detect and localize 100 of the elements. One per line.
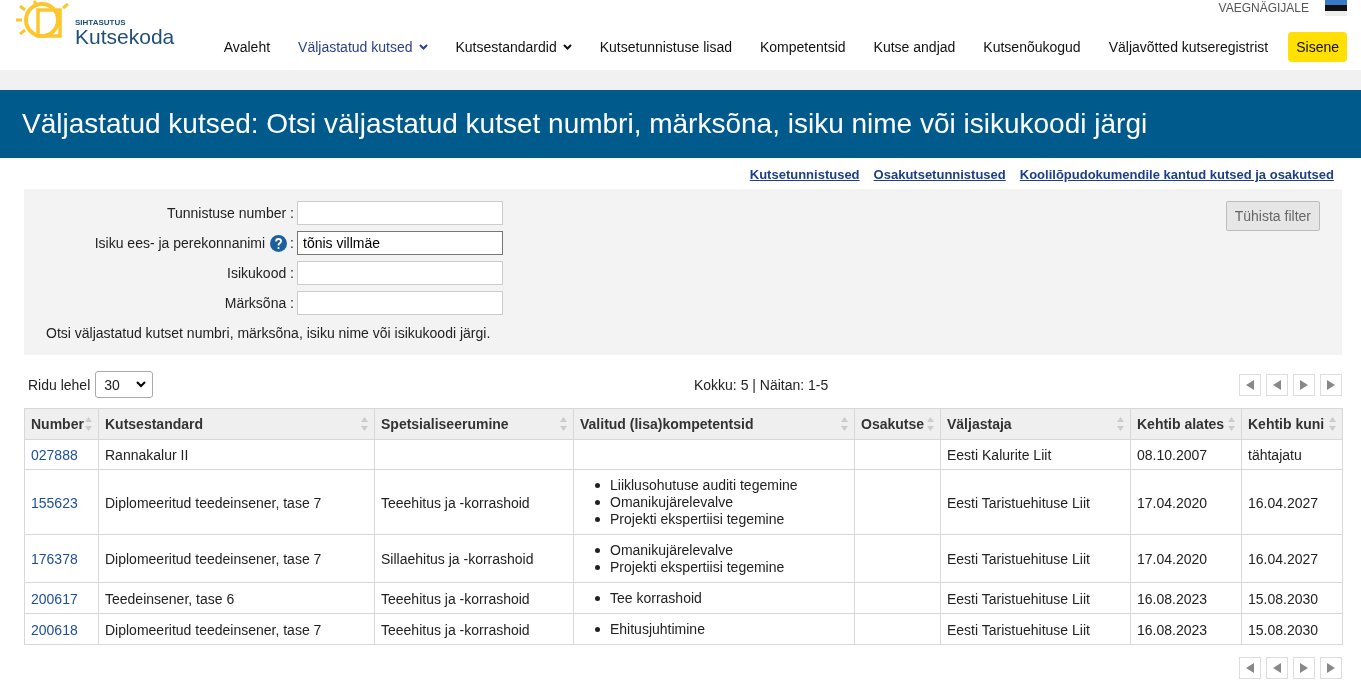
column-header[interactable]: Valitud (lisa)kompetentsid xyxy=(573,408,855,440)
triangle-right-icon xyxy=(1300,663,1308,673)
field-label: Isiku ees- ja perekonnanimi xyxy=(94,235,266,251)
nav-link[interactable]: Kutse andjad xyxy=(859,39,970,55)
nav-link[interactable]: Kutsenõukogud xyxy=(969,39,1095,55)
table-cell: Diplomeeritud teedeinsener, tase 7 xyxy=(105,494,322,511)
nav-link[interactable]: Avaleht xyxy=(209,39,285,55)
search-hint: Otsi väljastatud kutset numbri, märksõna, isiku nime või isikukoodi järgi. xyxy=(46,325,492,341)
sort-icon xyxy=(841,417,848,431)
nav-link[interactable]: Kompetentsid xyxy=(746,39,860,55)
triangle-left-icon xyxy=(1273,379,1281,390)
rows-per-page-select[interactable]: 30 xyxy=(95,371,154,398)
column-header[interactable]: Väljastaja xyxy=(940,408,1131,440)
first-page-button[interactable] xyxy=(1239,657,1261,679)
bullet-icon xyxy=(595,596,600,601)
bullet-icon xyxy=(595,500,600,505)
input-field[interactable] xyxy=(297,201,503,225)
column-header[interactable]: Kutsestandard xyxy=(98,408,375,440)
caret-icon xyxy=(562,44,572,50)
caret-icon xyxy=(136,381,147,388)
field-label: : xyxy=(290,235,294,251)
help-icon[interactable] xyxy=(270,234,288,252)
tab-link[interactable]: Osakutsetunnistused xyxy=(873,167,1006,182)
clear-filter-button[interactable]: Tühista filter xyxy=(1225,201,1320,231)
column-header[interactable]: Osakutse xyxy=(854,408,941,440)
column-header[interactable]: Kehtib kuni xyxy=(1241,408,1343,440)
table-cell: Tee korrashoid xyxy=(610,590,702,607)
flag-icon[interactable] xyxy=(1325,0,1347,16)
table-cell: Omanikujärelevalve xyxy=(610,542,733,559)
sort-icon xyxy=(927,417,934,431)
first-page-button[interactable] xyxy=(1239,373,1261,396)
triangle-left-icon xyxy=(1246,663,1254,673)
table-cell: Teedeinsener, tase 6 xyxy=(105,590,235,607)
table-cell: 08.10.2007 xyxy=(1137,447,1208,463)
nav-link[interactable]: Kutsestandardid xyxy=(441,39,586,55)
triangle-right-icon xyxy=(1327,663,1335,673)
table-cell: 16.08.2023 xyxy=(1137,621,1208,638)
field-label: Tunnistuse number : xyxy=(166,205,294,221)
table-cell: 15.08.2030 xyxy=(1248,590,1319,607)
sort-icon xyxy=(1329,417,1336,431)
table-cell: Rannakalur II xyxy=(105,447,189,463)
table-cell: Eesti Taristuehituse Liit xyxy=(947,494,1090,511)
field-label: Märksõna : xyxy=(224,295,294,311)
field-label: Isikukood : xyxy=(227,265,294,281)
logo-tagline: SIHTASUTUS xyxy=(75,19,127,26)
table-cell: Teeehitus ja -korrashoid xyxy=(381,621,530,638)
table-cell: tähtajatu xyxy=(1248,447,1302,463)
bullet-icon xyxy=(595,548,600,553)
nav-link[interactable]: Kutsetunnistuse lisad xyxy=(585,39,746,55)
sort-icon xyxy=(560,417,567,431)
nav-link[interactable]: Väljavõtted kutseregistrist xyxy=(1094,39,1283,55)
sort-icon xyxy=(1228,417,1235,431)
input-field[interactable] xyxy=(297,291,503,315)
logo-name[interactable]: Kutsekoda xyxy=(75,26,175,48)
column-header[interactable]: Spetsialiseerumine xyxy=(374,408,574,440)
table-cell: Omanikujärelevalve xyxy=(610,494,733,511)
caret-icon xyxy=(418,44,428,50)
table-cell: Teeehitus ja -korrashoid xyxy=(381,494,530,511)
sort-icon xyxy=(85,417,92,431)
table-cell: Eesti Taristuehituse Liit xyxy=(947,551,1090,567)
table-cell: 16.04.2027 xyxy=(1248,494,1319,511)
bullet-icon xyxy=(595,517,600,522)
table-cell: 17.04.2020 xyxy=(1137,494,1208,511)
input-field[interactable]: tõnis villmäe xyxy=(297,231,503,255)
login-button[interactable]: Sisene xyxy=(1288,32,1347,62)
input-field[interactable] xyxy=(297,261,503,285)
bullet-icon xyxy=(595,627,600,632)
table-cell: Liiklusohutuse auditi tegemine xyxy=(610,477,798,494)
accessibility-link[interactable]: VAEGNÄGIJALE xyxy=(1218,1,1309,15)
certificate-link[interactable]: 155623 xyxy=(31,494,78,511)
bullet-icon xyxy=(595,565,600,570)
table-cell: Diplomeeritud teedeinsener, tase 7 xyxy=(105,551,322,567)
sort-icon xyxy=(361,417,368,431)
table-cell: Projekti ekspertiisi tegemine xyxy=(610,559,785,576)
table-cell: 15.08.2030 xyxy=(1248,621,1319,638)
triangle-right-icon xyxy=(1300,379,1308,390)
table-cell: Eesti Taristuehituse Liit xyxy=(947,621,1090,638)
last-page-button[interactable] xyxy=(1320,373,1342,396)
column-header[interactable]: Kehtib alates xyxy=(1130,408,1242,440)
table-cell: Projekti ekspertiisi tegemine xyxy=(610,511,785,528)
rows-per-page-label: Ridu lehel xyxy=(28,376,91,393)
last-page-button[interactable] xyxy=(1320,657,1342,679)
previous-page-button[interactable] xyxy=(1266,373,1288,396)
sort-icon xyxy=(1117,417,1124,431)
table-cell: Teeehitus ja -korrashoid xyxy=(381,590,530,607)
next-page-button[interactable] xyxy=(1293,657,1315,679)
column-header[interactable]: Number xyxy=(24,408,99,440)
next-page-button[interactable] xyxy=(1293,373,1315,396)
page-title: Väljastatud kutsed: Otsi väljastatud kutset numbri, märksõna, isiku nime või isikukoodi järgi xyxy=(22,108,1148,140)
table-cell: 16.04.2027 xyxy=(1248,551,1319,567)
tab-link[interactable]: Kutsetunnistused xyxy=(749,167,860,182)
table-cell: Diplomeeritud teedeinsener, tase 7 xyxy=(105,621,322,638)
triangle-left-icon xyxy=(1273,663,1281,673)
table-cell: Ehitusjuhtimine xyxy=(610,621,705,638)
table-cell: 17.04.2020 xyxy=(1137,551,1208,567)
previous-page-button[interactable] xyxy=(1266,657,1288,679)
table-cell: Eesti Taristuehituse Liit xyxy=(947,590,1090,607)
tab-link[interactable]: Koolilõpudokumendile kantud kutsed ja osakutsed xyxy=(1019,167,1334,182)
triangle-right-icon xyxy=(1327,379,1335,390)
nav-link[interactable]: Väljastatud kutsed xyxy=(284,39,442,55)
